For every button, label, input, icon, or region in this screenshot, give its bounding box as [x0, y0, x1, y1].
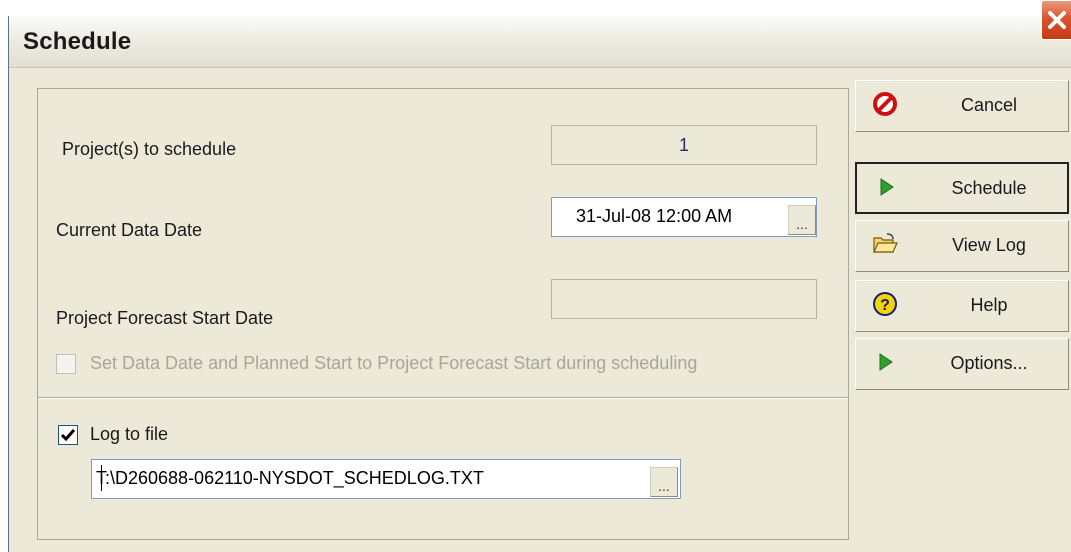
help-button-label: Help	[970, 295, 1008, 315]
options-button-label: Options...	[950, 353, 1028, 373]
close-button[interactable]	[1041, 0, 1071, 40]
set-data-date-checkbox[interactable]	[56, 354, 76, 374]
stop-icon	[873, 92, 897, 116]
current-data-date-value: 31-Jul-08 12:00 AM	[576, 206, 733, 226]
panel-divider-highlight	[38, 398, 848, 399]
view-log-button-label: View Log	[952, 235, 1026, 255]
help-button[interactable]: ? Help	[855, 280, 1069, 332]
options-button[interactable]: Options...	[855, 338, 1069, 390]
play-arrow-icon	[880, 178, 894, 196]
current-data-date-label: Current Data Date	[56, 220, 203, 240]
projects-to-schedule-value: 1	[551, 125, 817, 165]
title-bar[interactable]: Schedule	[9, 16, 1071, 68]
schedule-button-label: Schedule	[951, 178, 1027, 198]
project-forecast-start-label: Project Forecast Start Date	[56, 308, 274, 328]
schedule-button[interactable]: Schedule	[855, 162, 1069, 214]
view-log-button[interactable]: View Log	[855, 220, 1069, 272]
cancel-button[interactable]: Cancel	[855, 80, 1069, 132]
cancel-button-label: Cancel	[960, 95, 1018, 115]
projects-to-schedule-label: Project(s) to schedule	[62, 139, 237, 159]
options-panel: Project(s) to schedule 1 Current Data Da…	[37, 88, 849, 540]
open-folder-icon	[873, 233, 898, 253]
log-to-file-checkbox[interactable]	[58, 425, 78, 445]
log-file-path-field[interactable]: T:\D260688-062110-NYSDOT_SCHEDLOG.TXT ..…	[91, 459, 681, 499]
project-forecast-start-value	[551, 279, 817, 319]
play-arrow-icon	[879, 353, 893, 371]
current-data-date-field[interactable]: 31-Jul-08 12:00 AM ...	[551, 197, 817, 237]
log-file-path-value: T:\D260688-062110-NYSDOT_SCHEDLOG.TXT	[96, 468, 484, 488]
help-icon: ?	[873, 292, 897, 316]
window-title: Schedule	[23, 28, 132, 55]
set-data-date-label: Set Data Date and Planned Start to Proje…	[90, 353, 698, 373]
close-icon	[1047, 11, 1066, 29]
dialog-body: Project(s) to schedule 1 Current Data Da…	[9, 68, 1071, 552]
log-file-browse-button[interactable]: ...	[650, 467, 678, 497]
log-to-file-label: Log to file	[90, 424, 169, 444]
text-caret	[101, 465, 102, 491]
checkmark-icon	[60, 429, 76, 442]
schedule-dialog: Schedule Project(s) to schedule 1 Curren…	[0, 0, 1071, 552]
data-date-picker-button[interactable]: ...	[788, 205, 816, 235]
svg-text:?: ?	[880, 297, 890, 314]
